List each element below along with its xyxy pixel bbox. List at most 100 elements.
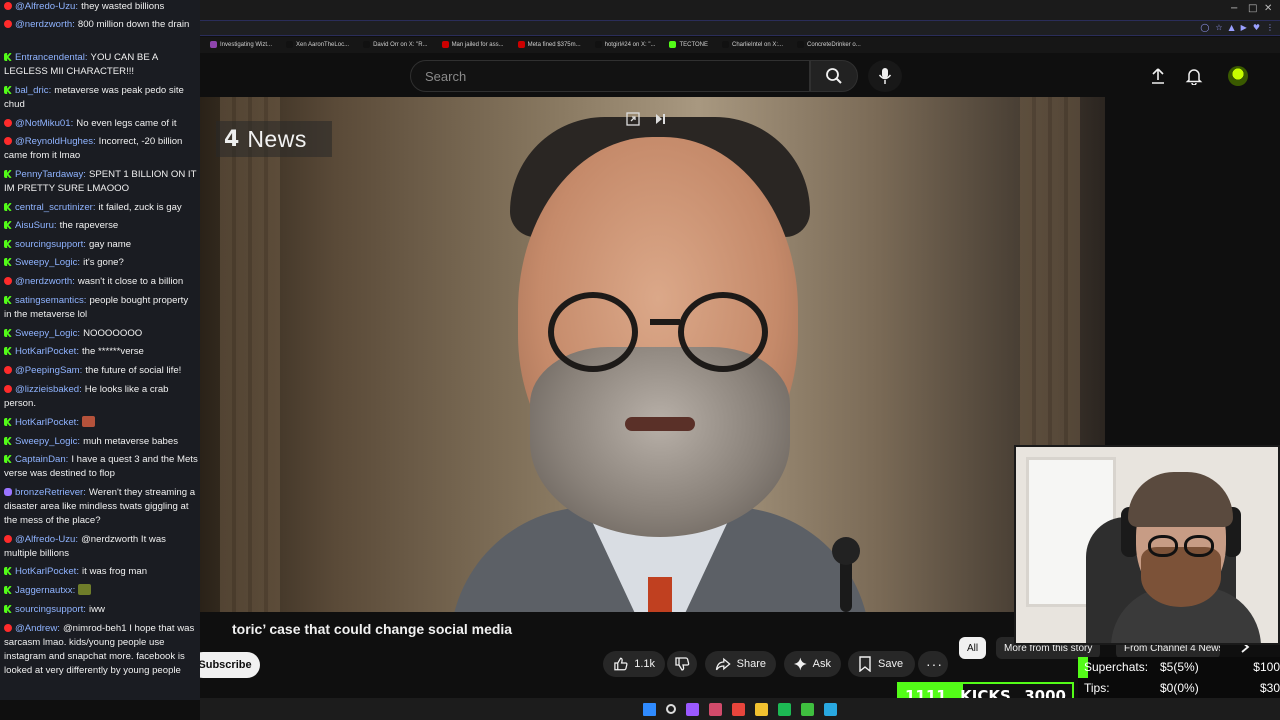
streamer-glasses-right [1184, 535, 1214, 557]
kick-icon [4, 86, 12, 94]
menu-icon[interactable]: ⋮ [1266, 23, 1274, 32]
maximize-button[interactable]: □ [1248, 3, 1257, 14]
chat-message: bronzeRetriever: Weren't they streaming a… [4, 486, 198, 528]
share-button[interactable]: Share [705, 651, 776, 677]
bookmark-item[interactable]: Man jailed for ass... [441, 41, 504, 49]
chat-message: CaptainDan: I have a quest 3 and the Mets… [4, 453, 198, 481]
bookmarks-bar: Investigating Wizt... Xen AaronTheLoc... D… [200, 37, 1280, 53]
like-button[interactable]: 1.1k [603, 651, 665, 677]
file-explorer-icon[interactable] [755, 702, 768, 716]
search-icon[interactable] [666, 704, 676, 714]
emote-icon [78, 584, 92, 595]
chip-all[interactable]: All [959, 637, 987, 659]
star-icon[interactable]: ☆ [1215, 23, 1222, 32]
chat-text: gay name [88, 239, 132, 250]
kick-icon [4, 605, 12, 613]
channel-logo-word: News [247, 125, 307, 152]
chrome-icon[interactable] [732, 702, 745, 716]
mouth [625, 417, 695, 431]
goal-value: $5(5%) [1160, 660, 1199, 674]
close-window-button[interactable]: ✕ [1264, 3, 1272, 14]
browser-icon[interactable] [709, 702, 722, 716]
extension-icons[interactable]: ◯ ☆ ▲ ▶ ♥ ⋮ [1200, 23, 1274, 32]
browser-title-bar: − □ ✕ [200, 0, 1280, 20]
avatar[interactable] [1228, 66, 1248, 86]
search-box[interactable] [410, 60, 810, 92]
goal-label: Tips: [1084, 681, 1110, 695]
youtube-icon [4, 535, 12, 543]
chat-username: @Alfredo-Uzu: [15, 534, 79, 545]
windows-icon[interactable] [643, 702, 656, 716]
chat-message: @Alfredo-Uzu: they wasted billions [4, 0, 198, 14]
bookmark-label: TECTONE [679, 42, 709, 49]
minimize-button[interactable]: − [1230, 3, 1238, 14]
voice-search-button[interactable] [868, 60, 902, 92]
chat-text: muh metaverse babes [83, 436, 178, 447]
chat-text: 800 million down the drain [77, 19, 190, 30]
chat-text: the ******verse [82, 346, 144, 357]
xbox-icon[interactable] [801, 702, 814, 716]
microphone-icon [878, 68, 892, 84]
bookmark-item[interactable]: Investigating Wizt... [210, 41, 272, 49]
chat-text: the rapeverse [59, 220, 119, 231]
shield-icon[interactable]: ▲ [1229, 23, 1235, 32]
bookmark-item[interactable]: David Orr on X: "R... [363, 41, 428, 49]
miniplayer-button[interactable] [624, 110, 642, 128]
zoom-icon[interactable]: ◯ [1200, 23, 1209, 32]
copilot-icon[interactable] [686, 702, 699, 716]
bookmark-item[interactable]: TECTONE [669, 41, 709, 49]
heart-icon[interactable]: ♥ [1253, 23, 1260, 32]
chat-username: @nerdzworth: [15, 19, 75, 30]
search-icon [826, 68, 842, 84]
spotify-icon[interactable] [778, 702, 791, 716]
chat-message: @ReynoldHughes: Incorrect, -20 billion ca… [4, 135, 198, 163]
more-actions-button[interactable]: ··· [918, 651, 948, 677]
notifications-button[interactable] [1182, 64, 1206, 88]
chat-text: it's gone? [83, 257, 124, 268]
bookmark-item[interactable]: Xen AaronTheLoc... [286, 41, 350, 49]
create-button[interactable] [1146, 64, 1170, 88]
kick-icon [4, 170, 12, 178]
bookmark-item[interactable]: ConcreteDrinker o... [797, 41, 861, 49]
ask-button[interactable]: Ask [784, 651, 841, 677]
bookmark-item[interactable]: CharlieIntel on X:... [722, 41, 783, 49]
favicon-icon [669, 41, 677, 49]
bookmark-item[interactable]: Meta fined $375m... [517, 41, 581, 49]
kick-icon [4, 455, 12, 463]
kick-icon [4, 347, 12, 355]
miniplayer-icon [626, 112, 640, 126]
video-player[interactable] [200, 97, 1105, 612]
microphone [832, 537, 860, 565]
emote-icon [82, 416, 95, 427]
chat-text: they wasted billions [81, 1, 165, 12]
telegram-icon[interactable] [824, 702, 837, 716]
kick-icon [4, 296, 12, 304]
goal-target: $100 [1253, 660, 1280, 674]
bookmark-label: Xen AaronTheLoc... [296, 42, 350, 49]
kick-icon [4, 240, 12, 248]
goal-row: Superchats: $5(5%) $100 [1078, 657, 1280, 678]
dislike-button[interactable] [667, 651, 697, 677]
chat-username: @ReynoldHughes: [15, 136, 96, 147]
chat-text: No even legs came of it [76, 118, 177, 129]
chat-message: PennyTardaway: SPENT 1 BILLION ON IT IM P… [4, 168, 198, 196]
chat-username: @nerdzworth: [15, 276, 75, 287]
play-icon[interactable]: ▶ [1241, 23, 1247, 32]
youtube-icon [4, 624, 12, 632]
search-input[interactable] [423, 61, 797, 91]
channel-logo-mark: 4 [224, 126, 240, 152]
next-button[interactable] [651, 110, 669, 128]
search-button[interactable] [810, 60, 858, 92]
bookmark-label: Man jailed for ass... [451, 42, 504, 49]
kick-icon [4, 329, 12, 337]
bookmark-item[interactable]: hotgirl#24 on X: "... [594, 41, 655, 49]
youtube-icon [4, 137, 12, 145]
glasses-left-lens [548, 292, 638, 372]
chat-message: HotKarlPocket: the ******verse [4, 345, 198, 359]
save-button[interactable]: Save [848, 651, 915, 677]
youtube-icon [4, 2, 12, 10]
youtube-icon [4, 366, 12, 374]
upload-icon [1152, 68, 1164, 84]
subscribe-button[interactable]: Subscribe [190, 652, 260, 678]
chat-username: @lizzieisbaked: [15, 384, 82, 395]
